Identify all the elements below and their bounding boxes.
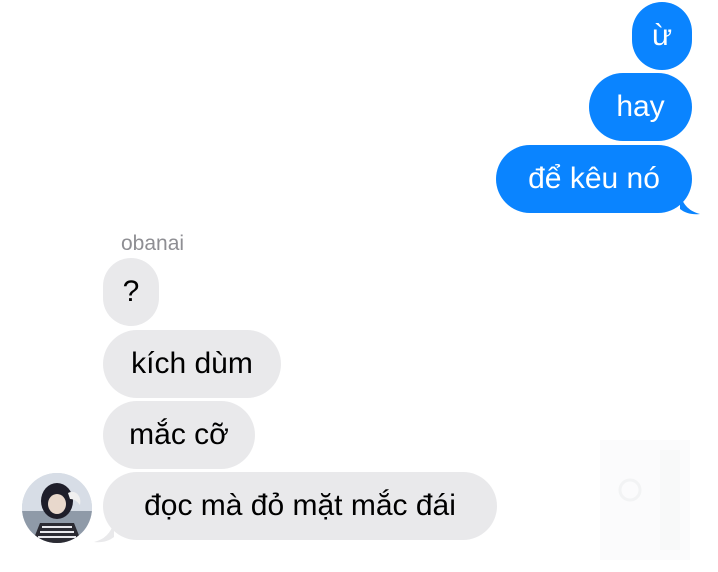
outgoing-bubble-tail-icon bbox=[680, 193, 700, 215]
outgoing-message[interactable]: hay bbox=[589, 73, 692, 141]
avatar-picture-icon bbox=[22, 473, 92, 543]
incoming-message[interactable]: kích dùm bbox=[103, 330, 281, 398]
message-text: ừ bbox=[651, 19, 673, 52]
message-text: ? bbox=[122, 275, 140, 308]
sender-name: obanai bbox=[121, 232, 185, 255]
message-text: đọc mà đỏ mặt mắc đái bbox=[144, 489, 456, 522]
message-text: mắc cỡ bbox=[129, 418, 229, 451]
message-text: hay bbox=[616, 90, 665, 123]
outgoing-message[interactable]: ừ bbox=[632, 2, 692, 70]
contact-avatar-icon[interactable] bbox=[22, 473, 92, 543]
incoming-message[interactable]: ? bbox=[103, 258, 159, 326]
incoming-bubble-tail-icon bbox=[94, 521, 114, 543]
faded-overlay-icon bbox=[600, 440, 690, 560]
incoming-message[interactable]: đọc mà đỏ mặt mắc đái bbox=[103, 472, 497, 540]
message-text: để kêu nó bbox=[528, 162, 660, 195]
incoming-message[interactable]: mắc cỡ bbox=[103, 401, 255, 469]
outgoing-message[interactable]: để kêu nó bbox=[496, 145, 692, 213]
message-text: kích dùm bbox=[131, 347, 253, 380]
